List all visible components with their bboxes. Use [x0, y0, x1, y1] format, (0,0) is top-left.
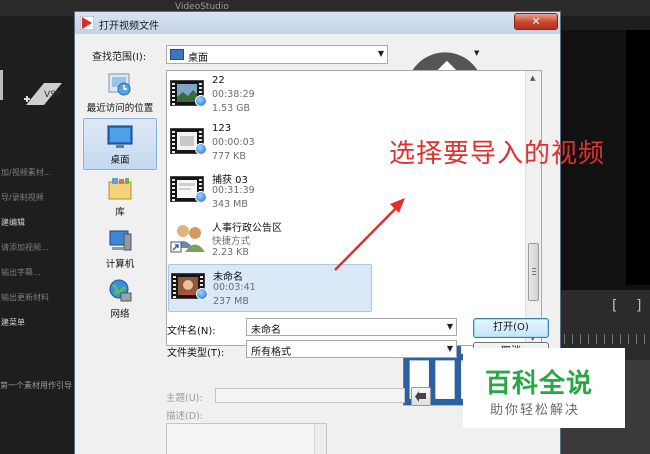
dialog-title: 打开视频文件 — [99, 21, 159, 32]
file-duration: 00:03:41 — [213, 282, 256, 293]
navigation-toolbar: ▼ — [400, 46, 490, 406]
network-icon — [109, 279, 132, 302]
media-badge-icon — [196, 288, 208, 300]
place-libraries[interactable]: 库 — [83, 176, 157, 218]
baike-watermark: 百科全说 助你轻松解决 — [463, 348, 625, 428]
mark-out-icon[interactable]: ] — [636, 298, 641, 314]
filetype-value: 所有格式 — [251, 347, 291, 358]
background-menu-item[interactable]: 请添加视频... — [0, 235, 75, 260]
filename-label: 文件名(N): — [167, 326, 216, 337]
file-size: 343 MB — [212, 199, 248, 210]
place-network[interactable]: 网络 — [83, 278, 157, 320]
watermark-subtitle: 助你轻松解决 — [490, 403, 581, 418]
look-in-value: 桌面 — [188, 53, 208, 64]
libraries-icon — [108, 178, 132, 200]
chevron-down-icon[interactable]: ▼ — [447, 322, 453, 331]
video-thumbnail-icon — [170, 126, 208, 158]
subject-label: 主题(U): — [166, 393, 203, 404]
apply-subject-button[interactable] — [411, 387, 431, 406]
open-button[interactable]: 打开(O) — [473, 318, 549, 338]
place-recent[interactable]: 最近访问的位置 — [83, 72, 157, 114]
file-duration: 00:38:29 — [212, 89, 255, 100]
file-duration: 00:31:39 — [212, 185, 255, 196]
video-thumbnail-icon — [171, 271, 209, 303]
background-left-menu: 加/视频素材... 导/录制视频 建编辑 请添加视频... 输出字幕... 输出… — [0, 160, 75, 335]
background-menu-item[interactable]: 输出更新材料 — [0, 285, 75, 310]
place-label: 库 — [115, 207, 125, 218]
place-label: 最近访问的位置 — [86, 103, 154, 114]
chevron-down-icon[interactable]: ▼ — [447, 344, 453, 353]
look-in-label: 查找范围(I): — [92, 52, 147, 63]
close-button[interactable]: ✕ — [514, 13, 558, 30]
file-size: 2.23 KB — [212, 247, 249, 258]
place-desktop[interactable]: 桌面 — [83, 118, 157, 170]
file-list-scrollbar[interactable]: ▲ ▼ — [525, 71, 541, 345]
users-shortcut-icon — [170, 225, 205, 253]
file-name: 捕获 03 — [212, 175, 248, 186]
file-item[interactable]: 22 00:38:29 1.53 GB — [168, 72, 372, 120]
places-bar: 最近访问的位置 桌面 库 计算机 网络 — [83, 72, 157, 342]
file-size: 777 KB — [212, 151, 246, 162]
scroll-up-icon[interactable]: ▲ — [530, 74, 535, 82]
background-menu-item[interactable]: 导/录制视频 — [0, 185, 75, 210]
filetype-label: 文件类型(T): — [167, 348, 225, 359]
subject-field — [215, 388, 405, 403]
media-badge-icon — [195, 143, 207, 155]
computer-icon — [109, 230, 132, 251]
media-badge-icon — [195, 191, 207, 203]
annotation-arrow-icon — [334, 198, 405, 271]
file-name: 22 — [212, 75, 225, 86]
file-name: 未命名 — [213, 272, 243, 283]
background-tool-icon — [0, 70, 10, 100]
vsp-logo-icon: VSP — [24, 83, 62, 105]
scrollbar-thumb[interactable] — [528, 243, 539, 301]
file-type: 快捷方式 — [212, 236, 251, 247]
look-in-dropdown[interactable]: 桌面 ▼ — [166, 45, 388, 64]
filename-value: 未命名 — [251, 325, 281, 336]
file-size: 237 MB — [213, 296, 249, 307]
desktop-folder-icon — [170, 49, 184, 60]
app-play-icon — [80, 16, 94, 30]
tutorial-annotation: 选择要导入的视频 — [389, 139, 606, 169]
mark-in-icon[interactable]: [ — [612, 298, 617, 314]
place-label: 桌面 — [110, 155, 130, 166]
video-thumbnail-icon — [170, 174, 208, 206]
filename-field[interactable]: 未命名 ▼ — [246, 318, 457, 336]
view-dropdown-icon[interactable]: ▼ — [474, 49, 488, 63]
dialog-title-bar[interactable]: 打开视频文件 ✕ — [75, 12, 560, 34]
recent-places-icon — [108, 73, 131, 96]
chevron-down-icon: ▼ — [377, 49, 384, 58]
media-badge-icon — [195, 95, 207, 107]
description-field — [166, 423, 327, 454]
file-item[interactable]: 123 00:00:03 777 KB — [168, 120, 372, 168]
place-computer[interactable]: 计算机 — [83, 228, 157, 270]
place-label: 计算机 — [105, 259, 135, 270]
arrow-left-icon — [415, 391, 426, 402]
file-name: 人事行政公告区 — [212, 223, 282, 234]
description-label: 描述(D): — [166, 411, 203, 422]
file-duration: 00:00:03 — [212, 137, 255, 148]
background-menu-item[interactable]: 建编辑 — [0, 210, 75, 235]
desktop-icon — [107, 125, 133, 148]
file-name: 123 — [212, 123, 232, 134]
background-menu-item[interactable]: 加/视频素材... — [0, 160, 75, 185]
watermark-title: 百科全说 — [485, 369, 594, 399]
file-size: 1.53 GB — [212, 103, 251, 114]
background-footer-text: 第一个素材用作引导 — [0, 381, 72, 390]
background-menu-item[interactable]: 建菜单 — [0, 310, 75, 335]
timeline-ruler[interactable] — [564, 334, 646, 344]
vsp-logo-text: VSP — [44, 90, 62, 100]
video-thumbnail-icon — [170, 78, 208, 110]
filetype-dropdown[interactable]: 所有格式 ▼ — [246, 340, 457, 358]
background-menu-item[interactable]: 输出字幕... — [0, 260, 75, 285]
place-label: 网络 — [110, 309, 130, 320]
